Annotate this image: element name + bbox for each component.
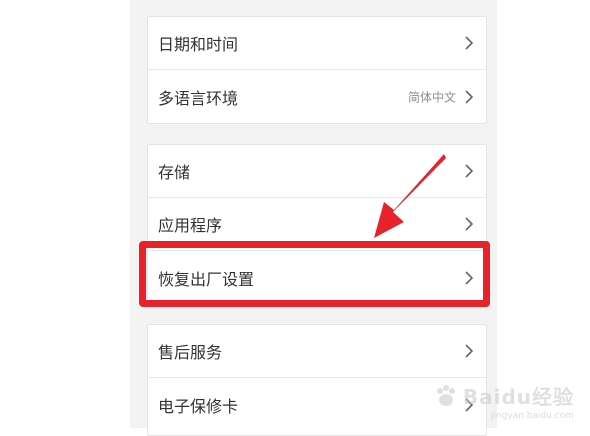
settings-screen: 日期和时间 多语言环境 简体中文 存储 应用程序 恢复出厂设置 售后服务 电子保… — [0, 0, 590, 436]
settings-item-applications[interactable]: 应用程序 — [148, 198, 486, 251]
chevron-right-icon — [462, 342, 476, 360]
settings-item-storage[interactable]: 存储 — [148, 145, 486, 198]
watermark-sub: jingyan.baidu.com — [490, 411, 574, 421]
chevron-right-icon — [462, 269, 476, 287]
chevron-right-icon — [462, 34, 476, 52]
settings-group-service: 售后服务 电子保修卡 — [147, 324, 487, 436]
chevron-right-icon — [462, 162, 476, 180]
settings-item-label: 日期和时间 — [158, 35, 239, 54]
settings-item-label: 售后服务 — [158, 343, 223, 362]
baidu-watermark: Baidu经验 jingyan.baidu.com — [433, 381, 574, 421]
settings-item-label: 多语言环境 — [158, 88, 239, 108]
settings-group-system: 日期和时间 多语言环境 简体中文 — [147, 16, 487, 124]
settings-item-label: 存储 — [158, 163, 191, 182]
chevron-right-icon — [462, 88, 476, 106]
settings-item-after-sales[interactable]: 售后服务 — [148, 325, 486, 378]
settings-item-factory-reset[interactable]: 恢复出厂设置 — [148, 251, 486, 304]
settings-item-label: 应用程序 — [158, 216, 223, 235]
settings-item-value: 简体中文 — [407, 90, 456, 104]
watermark-brand: Baidu经验 — [462, 385, 574, 409]
settings-item-language[interactable]: 多语言环境 简体中文 — [148, 70, 486, 123]
paw-icon — [436, 384, 455, 406]
settings-item-date-time[interactable]: 日期和时间 — [148, 17, 486, 70]
settings-item-label: 电子保修卡 — [158, 396, 239, 416]
settings-group-storage: 存储 应用程序 恢复出厂设置 — [147, 144, 487, 305]
chevron-right-icon — [462, 215, 476, 233]
settings-item-label: 恢复出厂设置 — [158, 269, 255, 289]
